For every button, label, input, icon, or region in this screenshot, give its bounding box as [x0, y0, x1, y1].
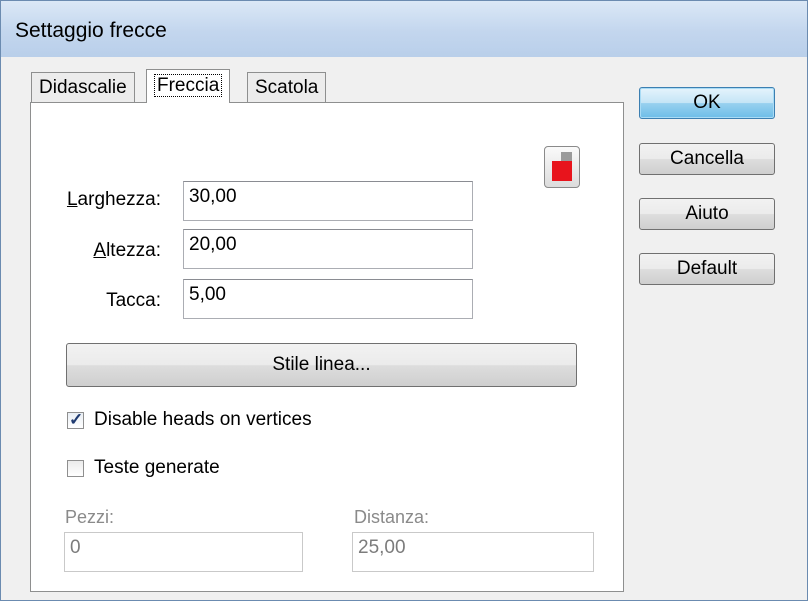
default-button[interactable]: Default — [639, 253, 775, 285]
width-input[interactable]: 30,00 — [183, 181, 473, 221]
generated-heads-checkbox[interactable] — [67, 460, 84, 477]
height-label-rest: ltezza: — [106, 240, 161, 261]
width-label-mnemonic: L — [66, 189, 78, 210]
generated-heads-label[interactable]: Teste generate — [94, 457, 220, 479]
disable-heads-label[interactable]: Disable heads on vertices — [94, 409, 312, 431]
window-title: Settaggio frecce — [15, 19, 167, 42]
ok-button[interactable]: OK — [639, 87, 775, 119]
tab-didascalie[interactable]: Didascalie — [31, 72, 135, 102]
pieces-input: 0 — [64, 532, 303, 572]
tab-freccia[interactable]: Freccia — [146, 69, 231, 103]
notch-label: Tacca: — [106, 290, 161, 311]
tab-label: Scatola — [255, 77, 319, 98]
height-input[interactable]: 20,00 — [183, 229, 473, 269]
color-swatch-corner-icon — [561, 152, 572, 161]
help-button[interactable]: Aiuto — [639, 198, 775, 230]
notch-input[interactable]: 5,00 — [183, 279, 473, 319]
width-label-rest: arghezza: — [77, 189, 161, 210]
color-swatch-icon — [552, 161, 572, 181]
distance-label: Distanza: — [354, 507, 430, 527]
checkmark-icon: ✓ — [69, 410, 84, 429]
disable-heads-checkbox[interactable]: ✓ — [67, 410, 84, 429]
color-swatch-button[interactable] — [544, 146, 580, 188]
cancel-button[interactable]: Cancella — [639, 143, 775, 175]
height-label: Altezza: — [51, 240, 161, 262]
height-label-mnemonic: A — [93, 240, 107, 261]
distance-input: 25,00 — [352, 532, 594, 572]
line-style-button[interactable]: Stile linea... — [66, 343, 577, 387]
tab-label: Didascalie — [39, 77, 127, 98]
tab-panel-freccia: Larghezza: 30,00 Altezza: 20,00 Tacca: 5… — [30, 102, 624, 592]
tab-label: Freccia — [154, 74, 223, 97]
dialog-window: Settaggio frecce Didascalie Freccia Scat… — [0, 0, 808, 601]
title-bar[interactable]: Settaggio frecce — [1, 1, 807, 57]
tab-scatola[interactable]: Scatola — [247, 72, 327, 102]
width-label: Larghezza: — [51, 189, 161, 211]
pieces-label: Pezzi: — [65, 507, 115, 527]
